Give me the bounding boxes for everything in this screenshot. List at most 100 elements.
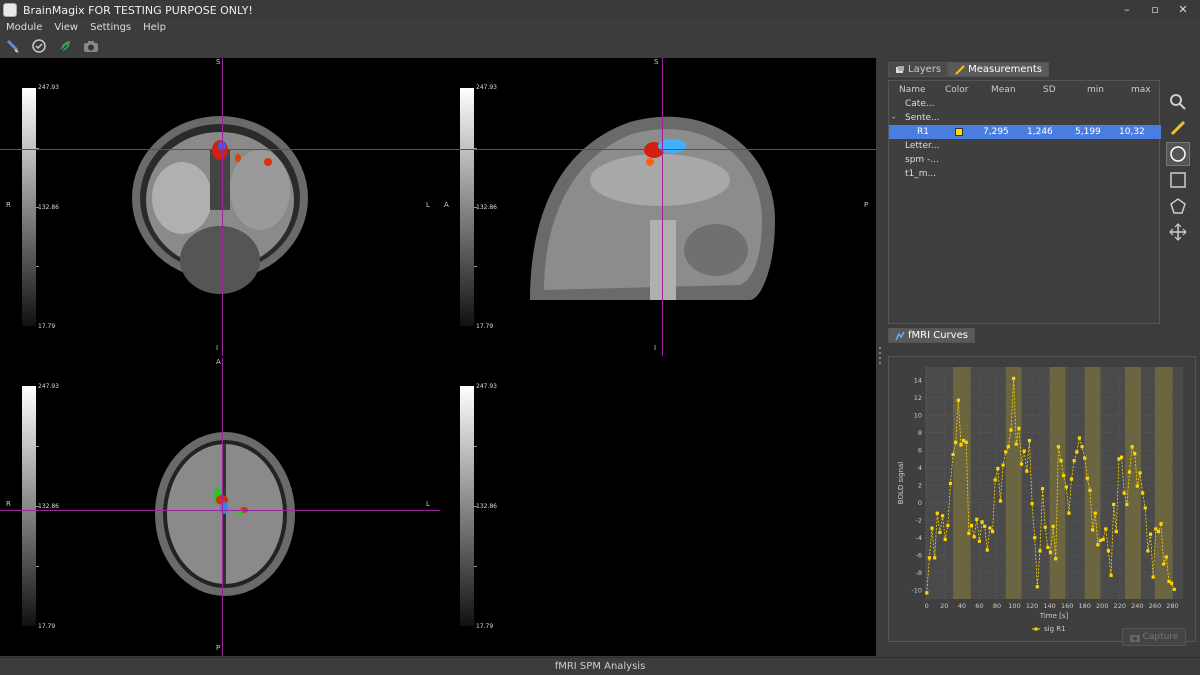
data-point <box>975 517 979 521</box>
y-tick-label: -4 <box>916 534 922 542</box>
menu-bar: Module View Settings Help <box>0 20 172 36</box>
status-bar: fMRI SPM Analysis <box>0 657 1200 675</box>
row-name: t1_m... <box>905 169 937 179</box>
snapshot-tool-button[interactable] <box>78 37 104 55</box>
coronal-brain-slice <box>132 116 308 294</box>
tab-measurements[interactable]: Measurements <box>948 62 1049 77</box>
capture-button[interactable]: Capture <box>1122 628 1186 646</box>
data-point <box>948 481 953 486</box>
data-point <box>1067 511 1071 515</box>
data-point <box>1075 450 1079 454</box>
x-tick-label: 240 <box>1131 602 1143 610</box>
header-color[interactable]: Color <box>945 85 969 95</box>
validate-tool-button[interactable] <box>26 37 52 55</box>
tab-layers[interactable]: Layers <box>888 62 949 77</box>
sagittal-view[interactable]: 247.93 132.86 17.79 S I A P <box>440 58 876 356</box>
header-sd[interactable]: SD <box>1043 85 1056 95</box>
data-point <box>996 466 1000 471</box>
maximize-button[interactable]: ▫ <box>1144 2 1166 18</box>
menu-view[interactable]: View <box>48 20 84 36</box>
data-point <box>935 511 939 515</box>
data-point <box>1135 484 1139 488</box>
fmri-chart[interactable]: 0 20 40 60 80 100 120 140 160 180 200 220 240 260 280-… <box>889 357 1195 641</box>
move-tool-button[interactable] <box>1166 220 1190 244</box>
ruler-tool-button[interactable] <box>1166 116 1190 140</box>
data-point <box>1141 491 1145 495</box>
ellipse-tool-button[interactable] <box>1166 142 1190 166</box>
data-point <box>1106 549 1111 553</box>
empty-view[interactable]: 247.93 132.86 17.79 <box>440 358 876 656</box>
zoom-tool-button[interactable] <box>1166 90 1190 114</box>
sagittal-crosshair-vertical[interactable] <box>662 58 663 356</box>
toolbar <box>0 36 104 56</box>
minimize-button[interactable]: – <box>1116 2 1138 18</box>
sagittal-scale-mid: 132.86 <box>476 204 497 211</box>
data-point <box>1056 445 1060 449</box>
rectangle-tool-button[interactable] <box>1166 168 1190 192</box>
table-row[interactable]: Letter... <box>889 139 1161 153</box>
data-point <box>990 529 995 534</box>
segment-tool-button[interactable] <box>52 37 78 55</box>
coronal-crosshair-horizontal[interactable] <box>0 149 440 150</box>
data-point <box>933 556 937 560</box>
sagittal-crosshair-horizontal[interactable] <box>440 149 876 150</box>
axial-scale-max: 247.93 <box>38 383 59 390</box>
tab-fmri-curves[interactable]: fMRI Curves <box>888 328 975 343</box>
table-row[interactable]: spm -... <box>889 153 1161 167</box>
y-tick-label: -10 <box>911 587 922 595</box>
row-name: Sente... <box>905 113 940 123</box>
x-tick-label: 100 <box>1008 602 1020 610</box>
data-point <box>946 523 950 528</box>
axial-crosshair-horizontal[interactable] <box>0 510 440 511</box>
menu-module[interactable]: Module <box>0 20 48 36</box>
y-tick-label: 0 <box>918 499 922 507</box>
header-min[interactable]: min <box>1087 85 1104 95</box>
data-point <box>940 514 945 518</box>
coronal-view[interactable]: 247.93 132.86 17.79 S I R L <box>0 58 440 356</box>
brush-tool-button[interactable] <box>0 37 26 55</box>
header-name[interactable]: Name <box>899 85 926 95</box>
splitter-handle[interactable] <box>878 345 882 367</box>
y-tick-label: 4 <box>918 464 922 472</box>
data-point <box>1019 462 1024 466</box>
image-viewer[interactable]: 247.93 132.86 17.79 S I R L 247.93 132.8… <box>0 58 876 656</box>
legend-marker <box>1034 627 1038 631</box>
menu-settings[interactable]: Settings <box>84 20 137 36</box>
row-color-swatch[interactable] <box>955 128 963 136</box>
row-expander[interactable]: - <box>892 113 895 123</box>
y-tick-label: 6 <box>918 447 922 455</box>
sagittal-intensity-scale <box>460 88 474 326</box>
data-point <box>938 530 942 535</box>
data-point <box>1077 436 1082 440</box>
polygon-icon <box>1170 198 1186 214</box>
table-row[interactable]: Cate... <box>889 97 1161 111</box>
data-point <box>1025 469 1029 473</box>
axial-crosshair-vertical[interactable] <box>222 358 223 656</box>
table-row-selected[interactable]: R1 7,295 1,246 5,199 10,32 <box>889 125 1161 139</box>
table-row[interactable]: - Sente... <box>889 111 1161 125</box>
data-point <box>1088 488 1092 493</box>
data-point <box>1143 506 1147 510</box>
measurements-table[interactable]: Name Color Mean SD min max Cate... - Sen… <box>888 80 1161 324</box>
fmri-curves-panel: fMRI Curves 0 20 40 60 80 100 120 140 160 180 200 2… <box>884 328 1200 656</box>
table-row[interactable]: t1_m... <box>889 167 1161 181</box>
sagittal-label-superior: S <box>654 58 659 66</box>
data-point <box>954 440 958 444</box>
polygon-tool-button[interactable] <box>1166 194 1190 218</box>
axial-scale-mid: 132.86 <box>38 503 59 510</box>
axial-label-left: L <box>426 500 430 508</box>
data-point <box>1051 524 1055 528</box>
axial-label-right: R <box>6 500 11 508</box>
data-point <box>1014 442 1018 446</box>
axial-view[interactable]: 247.93 132.86 17.79 A P R L <box>0 358 440 656</box>
coronal-crosshair-vertical[interactable] <box>222 58 223 356</box>
data-point <box>1022 449 1026 453</box>
stimulus-block <box>1005 367 1022 599</box>
data-point <box>1119 455 1124 459</box>
data-point <box>1133 452 1137 456</box>
header-max[interactable]: max <box>1131 85 1151 95</box>
row-mean: 7,295 <box>983 127 1009 137</box>
menu-help[interactable]: Help <box>137 20 172 36</box>
close-button[interactable]: ✕ <box>1172 2 1194 18</box>
header-mean[interactable]: Mean <box>991 85 1016 95</box>
